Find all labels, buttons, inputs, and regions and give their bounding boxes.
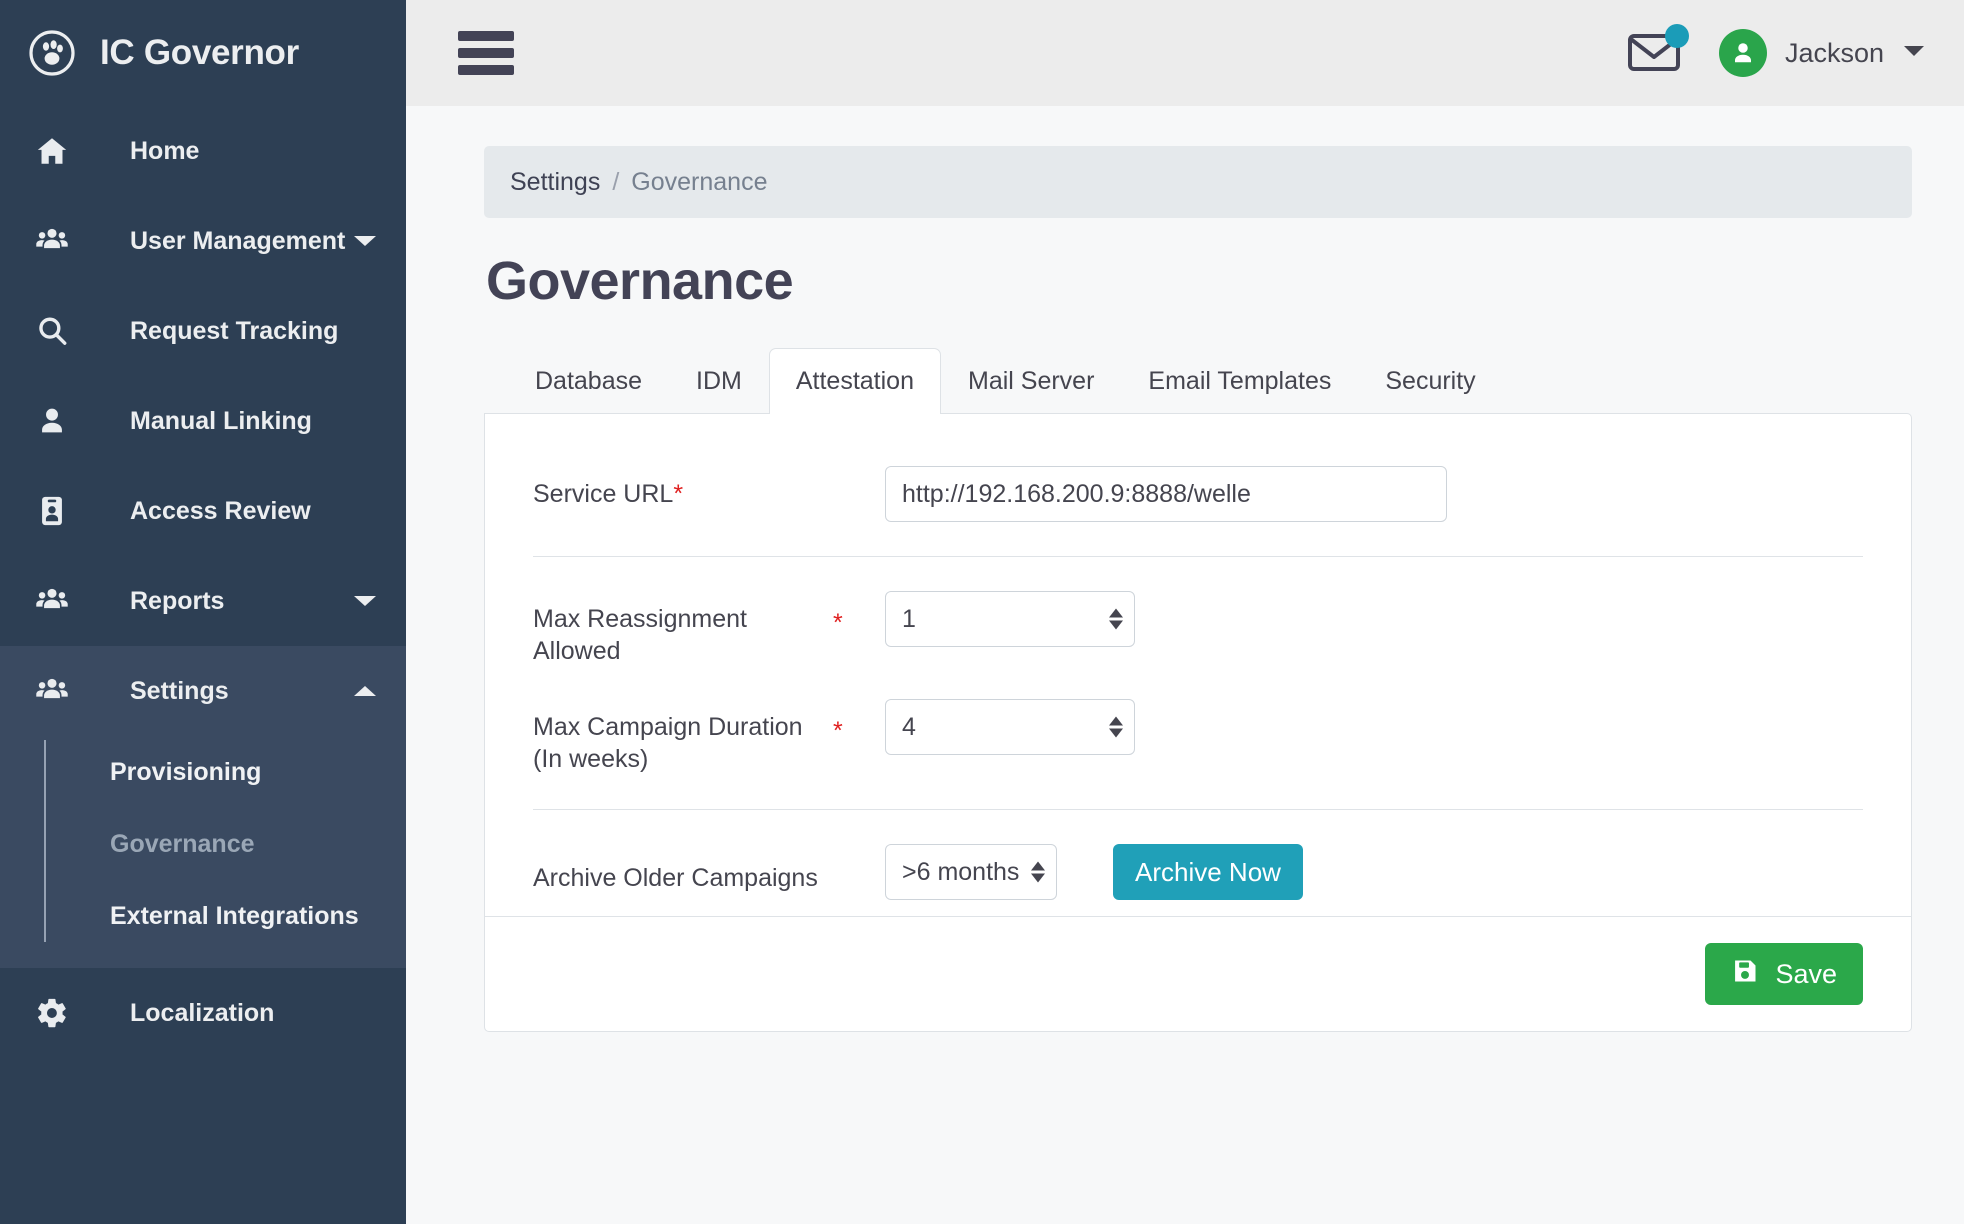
sidebar-label: Manual Linking <box>130 406 312 435</box>
service-url-label: Service URL* <box>533 466 833 510</box>
tab-email-templates[interactable]: Email Templates <box>1121 348 1358 414</box>
breadcrumb: Settings / Governance <box>484 146 1912 218</box>
tab-mail-server[interactable]: Mail Server <box>941 348 1121 414</box>
tab-security[interactable]: Security <box>1358 348 1502 414</box>
sidebar-subitem-provisioning[interactable]: Provisioning <box>44 736 406 808</box>
sidebar-item-settings[interactable]: Settings <box>0 646 406 736</box>
breadcrumb-settings[interactable]: Settings <box>510 168 600 197</box>
sidebar-item-request-tracking[interactable]: Request Tracking <box>0 286 406 376</box>
settings-submenu: Provisioning Governance External Integra… <box>0 736 406 952</box>
sidebar-label: Localization <box>130 998 275 1027</box>
avatar <box>1718 29 1767 77</box>
field-archive-older-campaigns: Archive Older Campaigns Archive Now <box>533 828 1863 916</box>
notification-badge <box>1664 23 1689 48</box>
sidebar: IC Governor Home User Management Request… <box>0 0 406 1224</box>
sidebar-item-home[interactable]: Home <box>0 106 406 196</box>
hamburger-icon[interactable] <box>458 31 514 75</box>
page-content: Settings / Governance Governance Databas… <box>406 106 1964 1224</box>
sidebar-subitem-external-integrations[interactable]: External Integrations <box>44 880 406 952</box>
max-campaign-duration-label: Max Campaign Duration (In weeks) <box>533 713 803 773</box>
field-service-url: Service URL* <box>533 450 1863 538</box>
archive-period-select[interactable] <box>885 844 1057 900</box>
topbar-right: Jackson <box>1627 23 1926 78</box>
form-divider <box>533 556 1863 557</box>
breadcrumb-separator: / <box>612 167 620 196</box>
users-icon <box>26 584 78 618</box>
sidebar-sublabel: External Integrations <box>110 901 359 930</box>
sidebar-item-reports[interactable]: Reports <box>0 556 406 646</box>
sidebar-label: Access Review <box>130 496 311 525</box>
max-campaign-duration-stepper[interactable] <box>885 699 1135 755</box>
search-icon <box>26 314 78 348</box>
sidebar-label: Home <box>130 136 200 165</box>
max-campaign-duration-input[interactable] <box>885 699 1135 755</box>
tab-attestation[interactable]: Attestation <box>768 348 941 414</box>
field-max-campaign-duration: Max Campaign Duration (In weeks) * <box>533 683 1863 791</box>
sidebar-label: Request Tracking <box>130 316 339 345</box>
service-url-input[interactable] <box>885 466 1447 522</box>
gear-icon <box>26 996 78 1030</box>
chevron-up-icon[interactable] <box>352 682 378 700</box>
sidebar-item-localization[interactable]: Localization <box>0 968 406 1058</box>
form-divider <box>533 809 1863 810</box>
sidebar-label: User Management <box>130 226 346 255</box>
form-body: Service URL* Max Reassignment Allowed * <box>485 414 1911 916</box>
service-url-label-text: Service URL <box>533 480 674 508</box>
user-menu[interactable]: Jackson <box>1718 29 1926 77</box>
chevron-down-icon[interactable] <box>352 232 378 250</box>
brand-title: IC Governor <box>100 33 299 72</box>
max-reassignment-label: Max Reassignment Allowed <box>533 605 747 665</box>
sidebar-label: Reports <box>130 586 225 615</box>
brand[interactable]: IC Governor <box>0 0 406 106</box>
chevron-down-icon[interactable] <box>1902 43 1926 64</box>
sidebar-sublabel: Governance <box>110 829 255 858</box>
users-icon <box>26 224 78 258</box>
required-asterisk: * <box>673 480 684 508</box>
max-reassignment-stepper[interactable] <box>885 591 1135 647</box>
archive-period-input[interactable] <box>885 844 1057 900</box>
max-reassignment-input[interactable] <box>885 591 1135 647</box>
required-asterisk: * <box>833 717 843 745</box>
save-button[interactable]: Save <box>1705 943 1863 1005</box>
field-max-reassignment: Max Reassignment Allowed * <box>533 575 1863 683</box>
archive-now-button[interactable]: Archive Now <box>1113 844 1303 900</box>
paw-circle-icon <box>26 27 78 79</box>
main-area: Jackson Settings / Governance Governance… <box>406 0 1964 1224</box>
sidebar-group-settings: Settings Provisioning Governance Externa… <box>0 646 406 968</box>
chevron-down-icon[interactable] <box>352 592 378 610</box>
messages-button[interactable] <box>1627 23 1689 78</box>
home-icon <box>26 134 78 168</box>
page-title: Governance <box>486 251 794 311</box>
save-label: Save <box>1775 958 1837 989</box>
app-root: IC Governor Home User Management Request… <box>0 0 1964 1224</box>
sidebar-subitem-governance[interactable]: Governance <box>44 808 406 880</box>
breadcrumb-current: Governance <box>631 167 768 196</box>
user-icon <box>26 404 78 438</box>
tab-idm[interactable]: IDM <box>669 348 769 414</box>
topbar: Jackson <box>406 0 1964 106</box>
users-icon <box>26 674 78 708</box>
archive-label: Archive Older Campaigns <box>533 864 818 892</box>
tab-database[interactable]: Database <box>508 348 669 414</box>
id-badge-icon <box>26 494 78 528</box>
sidebar-item-manual-linking[interactable]: Manual Linking <box>0 376 406 466</box>
card-footer: Save <box>485 916 1911 1031</box>
user-name: Jackson <box>1784 37 1884 68</box>
sidebar-sublabel: Provisioning <box>110 757 262 786</box>
required-asterisk: * <box>833 609 843 637</box>
sidebar-item-access-review[interactable]: Access Review <box>0 466 406 556</box>
sidebar-label: Settings <box>130 676 229 705</box>
sidebar-nav: Home User Management Request Tracking Ma… <box>0 106 406 1224</box>
floppy-save-icon <box>1731 957 1759 992</box>
sidebar-item-user-management[interactable]: User Management <box>0 196 406 286</box>
tab-bar: Database IDM Attestation Mail Server Ema… <box>484 348 1912 414</box>
attestation-settings-card: Service URL* Max Reassignment Allowed * <box>484 413 1912 1032</box>
